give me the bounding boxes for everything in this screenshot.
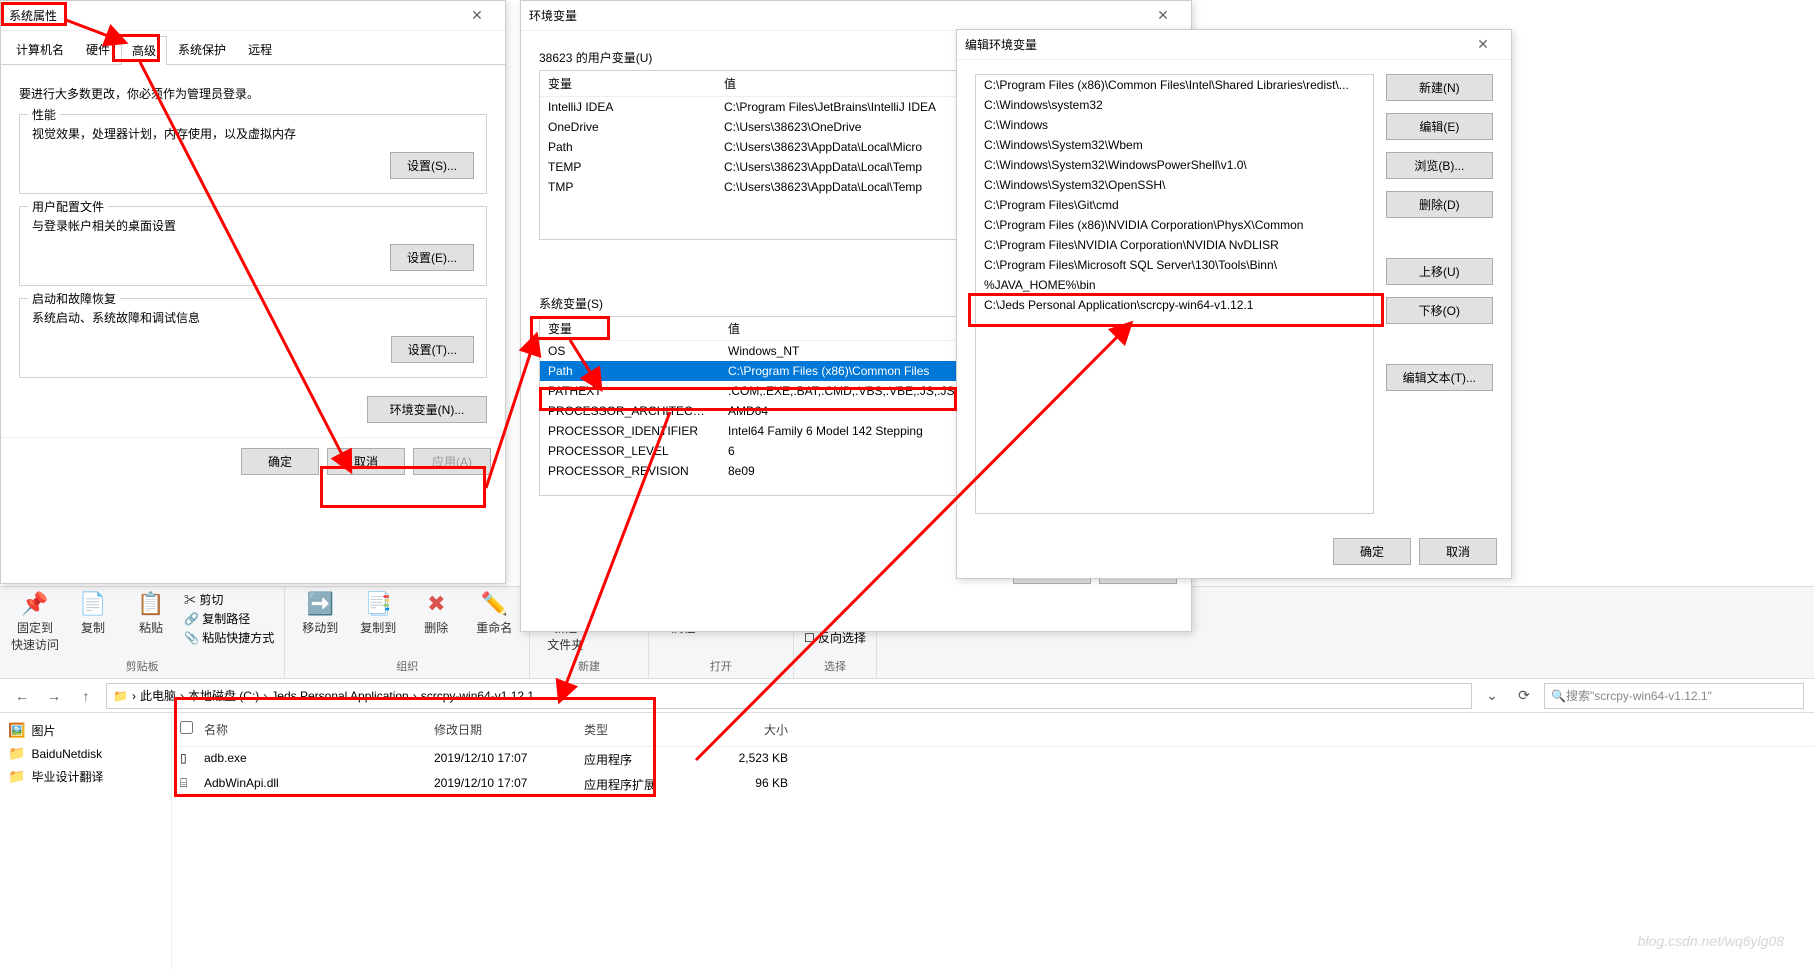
rename-button[interactable]: ✏️重命名	[469, 591, 519, 636]
nav-thesis[interactable]: 📁毕业设计翻译	[4, 765, 167, 788]
ok-button[interactable]: 确定	[241, 448, 319, 475]
perf-settings-button[interactable]: 设置(S)...	[390, 152, 474, 179]
breadcrumb[interactable]: 📁› 此电脑› 本地磁盘 (C:)› Jeds Personal Applica…	[106, 683, 1472, 709]
path-row[interactable]: C:\Program Files\Git\cmd	[976, 195, 1373, 215]
copyto-button[interactable]: 📑复制到	[353, 591, 403, 636]
delete-button[interactable]: 删除(D)	[1386, 191, 1493, 218]
path-row[interactable]: C:\Jeds Personal Application\scrcpy-win6…	[976, 295, 1373, 315]
tab-0[interactable]: 计算机名	[5, 35, 75, 64]
close-icon[interactable]: ✕	[1143, 7, 1183, 24]
edittext-button[interactable]: 编辑文本(T)...	[1386, 364, 1493, 391]
tab-4[interactable]: 远程	[237, 35, 283, 64]
apply-button[interactable]: 应用(A)	[413, 448, 491, 475]
sysprops-title: 系统属性	[9, 7, 457, 24]
startup-settings-button[interactable]: 设置(T)...	[391, 336, 474, 363]
system-properties-dialog: 系统属性 ✕ 计算机名硬件高级系统保护远程 要进行大多数更改，你必须作为管理员登…	[0, 0, 506, 584]
sysprops-lead: 要进行大多数更改，你必须作为管理员登录。	[19, 85, 487, 102]
ok-button[interactable]: 确定	[1333, 538, 1411, 565]
path-row[interactable]: C:\Program Files (x86)\Common Files\Inte…	[976, 75, 1373, 95]
clipboard-label: 剪贴板	[126, 658, 159, 674]
cancel-button[interactable]: 取消	[327, 448, 405, 475]
nav-pictures[interactable]: 🖼️图片	[4, 719, 167, 742]
pasteshortcut-button[interactable]: 📎 粘贴快捷方式	[184, 629, 274, 646]
movedown-button[interactable]: 下移(O)	[1386, 297, 1493, 324]
watermark: blog.csdn.net/wq6ylg08	[1638, 933, 1784, 949]
path-row[interactable]: C:\Windows\System32\Wbem	[976, 135, 1373, 155]
cut-button[interactable]: ✂ 剪切	[184, 591, 274, 608]
dropdown-button[interactable]: ⌄	[1480, 684, 1504, 708]
browse-button[interactable]: 浏览(B)...	[1386, 152, 1493, 179]
file-row[interactable]: ⌸AdbWinApi.dll2019/12/10 17:07应用程序扩展96 K…	[172, 772, 1814, 797]
copy-button[interactable]: 📄复制	[68, 591, 118, 636]
file-header: 名称 修改日期 类型 大小	[172, 713, 1814, 747]
path-row[interactable]: C:\Program Files\NVIDIA Corporation\NVID…	[976, 235, 1373, 255]
tab-1[interactable]: 硬件	[75, 35, 121, 64]
address-bar: ← → ↑ 📁› 此电脑› 本地磁盘 (C:)› Jeds Personal A…	[0, 679, 1814, 713]
tab-3[interactable]: 系统保护	[167, 35, 237, 64]
up-button[interactable]: ↑	[74, 684, 98, 708]
userprofile-settings-button[interactable]: 设置(E)...	[390, 244, 474, 271]
path-row[interactable]: %JAVA_HOME%\bin	[976, 275, 1373, 295]
path-row[interactable]: C:\Windows	[976, 115, 1373, 135]
back-button[interactable]: ←	[10, 684, 34, 708]
new-label: 新建	[578, 658, 600, 674]
file-row[interactable]: ▯adb.exe2019/12/10 17:07应用程序2,523 KB	[172, 747, 1814, 772]
path-row[interactable]: C:\Windows\System32\OpenSSH\	[976, 175, 1373, 195]
close-icon[interactable]: ✕	[457, 7, 497, 24]
perf-group: 性能 视觉效果，处理器计划，内存使用，以及虚拟内存 设置(S)...	[19, 114, 487, 194]
refresh-button[interactable]: ⟳	[1512, 684, 1536, 708]
forward-button[interactable]: →	[42, 684, 66, 708]
delete-button[interactable]: ✖删除	[411, 591, 461, 636]
envvars-title: 环境变量	[529, 7, 1143, 24]
selectall-checkbox[interactable]	[180, 721, 193, 734]
edit-env-dialog: 编辑环境变量 ✕ C:\Program Files (x86)\Common F…	[956, 29, 1512, 579]
editenv-title: 编辑环境变量	[965, 36, 1463, 53]
edit-button[interactable]: 编辑(E)	[1386, 113, 1493, 140]
cancel-button[interactable]: 取消	[1419, 538, 1497, 565]
env-vars-button[interactable]: 环境变量(N)...	[367, 396, 487, 423]
sysprops-tabs: 计算机名硬件高级系统保护远程	[1, 31, 505, 65]
path-row[interactable]: C:\Windows\System32\WindowsPowerShell\v1…	[976, 155, 1373, 175]
pin-button[interactable]: 📌固定到 快速访问	[10, 591, 60, 653]
close-icon[interactable]: ✕	[1463, 36, 1503, 53]
select-label: 选择	[824, 658, 846, 674]
new-button[interactable]: 新建(N)	[1386, 74, 1493, 101]
startup-group: 启动和故障恢复 系统启动、系统故障和调试信息 设置(T)...	[19, 298, 487, 378]
organize-label: 组织	[396, 658, 418, 674]
nav-baidu[interactable]: 📁BaiduNetdisk	[4, 742, 167, 765]
copypath-button[interactable]: 🔗 复制路径	[184, 610, 274, 627]
path-row[interactable]: C:\Windows\system32	[976, 95, 1373, 115]
open-label: 打开	[710, 658, 732, 674]
search-input[interactable]: 🔍 搜索"scrcpy-win64-v1.12.1"	[1544, 683, 1804, 709]
tab-2[interactable]: 高级	[121, 36, 167, 65]
path-list[interactable]: C:\Program Files (x86)\Common Files\Inte…	[975, 74, 1374, 514]
userprofile-group: 用户配置文件 与登录帐户相关的桌面设置 设置(E)...	[19, 206, 487, 286]
nav-pane: 🖼️图片 📁BaiduNetdisk 📁毕业设计翻译	[0, 713, 172, 969]
paste-button[interactable]: 📋粘贴	[126, 591, 176, 636]
path-row[interactable]: C:\Program Files (x86)\NVIDIA Corporatio…	[976, 215, 1373, 235]
path-row[interactable]: C:\Program Files\Microsoft SQL Server\13…	[976, 255, 1373, 275]
moveup-button[interactable]: 上移(U)	[1386, 258, 1493, 285]
moveto-button[interactable]: ➡️移动到	[295, 591, 345, 636]
explorer-window: 📌固定到 快速访问 📄复制 📋粘贴 ✂ 剪切 🔗 复制路径 📎 粘贴快捷方式 剪…	[0, 586, 1814, 969]
